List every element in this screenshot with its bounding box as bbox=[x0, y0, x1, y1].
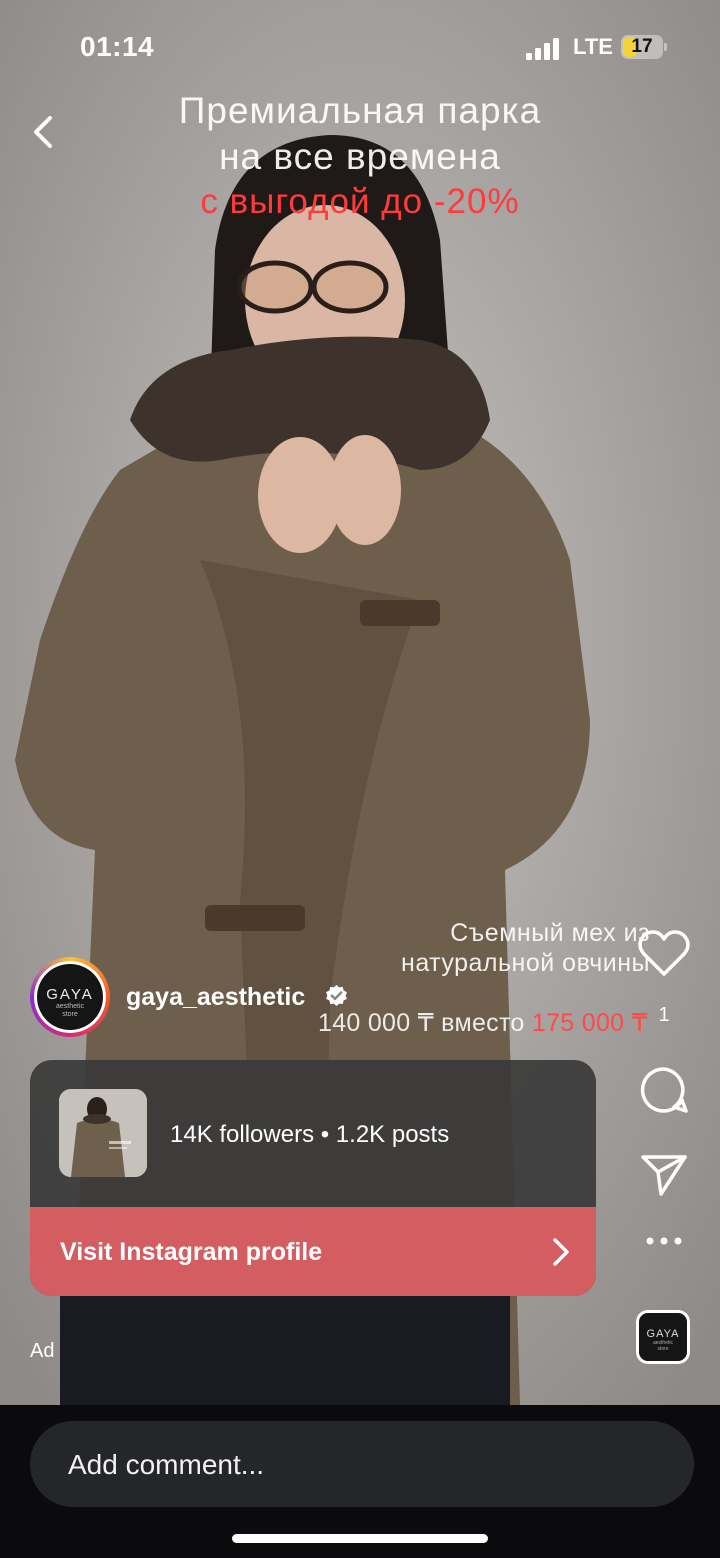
fur-line-1: Съемный мех из bbox=[450, 919, 650, 947]
visit-profile-label: Visit Instagram profile bbox=[60, 1238, 323, 1266]
price-old: 175 000 ₸ bbox=[531, 1009, 648, 1037]
comment-button[interactable] bbox=[630, 1064, 698, 1120]
ad-headline: Премиальная парка на все времена с выгод… bbox=[100, 88, 620, 224]
heart-icon bbox=[638, 930, 690, 976]
back-chevron-icon[interactable] bbox=[26, 112, 66, 152]
status-bar: 01:14 LTE 17 bbox=[0, 0, 720, 96]
headline-line-2: на все времена bbox=[219, 136, 501, 177]
headline-promo: с выгодой до -20% bbox=[200, 182, 520, 221]
network-label: LTE bbox=[573, 34, 613, 59]
chevron-right-icon bbox=[553, 1238, 569, 1266]
price-new: 140 000 ₸ вместо bbox=[318, 1009, 525, 1037]
comment-icon bbox=[640, 1067, 688, 1113]
reel-viewport[interactable]: 01:14 LTE 17 Премиальная парка на все вр… bbox=[0, 0, 720, 1405]
battery-level: 17 bbox=[631, 36, 653, 57]
price-caption: 140 000 ₸ вместо 175 000 ₸ bbox=[318, 1008, 648, 1038]
audio-thumbnail[interactable]: GAYA aesthetic store bbox=[636, 1310, 690, 1364]
signal-icon bbox=[526, 38, 559, 60]
battery-icon: 17 bbox=[621, 35, 667, 59]
share-button[interactable] bbox=[630, 1152, 698, 1208]
avatar[interactable]: GAYA aesthetic store bbox=[30, 957, 110, 1037]
profile-thumbnail bbox=[59, 1089, 147, 1177]
brand-logo: GAYA aesthetic store bbox=[37, 964, 103, 1030]
status-time: 01:14 bbox=[80, 31, 155, 62]
comment-input[interactable] bbox=[66, 1421, 670, 1509]
profile-stats: 14K followers • 1.2K posts bbox=[170, 1121, 450, 1148]
sponsored-label: Ad bbox=[30, 1340, 55, 1362]
share-icon bbox=[641, 1155, 687, 1196]
fur-caption: Съемный мех из натуральной овчины bbox=[330, 918, 650, 978]
username[interactable]: gaya_aesthetic bbox=[126, 983, 305, 1012]
fur-line-2: натуральной овчины bbox=[401, 949, 650, 977]
verified-badge-icon bbox=[326, 985, 347, 1006]
more-icon bbox=[646, 1237, 682, 1245]
home-indicator[interactable] bbox=[232, 1534, 488, 1543]
profile-card[interactable]: 14K followers • 1.2K posts Visit Instagr… bbox=[30, 1060, 596, 1296]
headline-line-1: Премиальная парка bbox=[178, 90, 542, 131]
visit-profile-button[interactable]: Visit Instagram profile bbox=[30, 1207, 596, 1296]
more-options-button[interactable] bbox=[630, 1236, 698, 1276]
like-count[interactable]: 1 bbox=[654, 1004, 674, 1027]
comment-field[interactable] bbox=[30, 1421, 694, 1509]
like-button[interactable] bbox=[630, 930, 698, 986]
